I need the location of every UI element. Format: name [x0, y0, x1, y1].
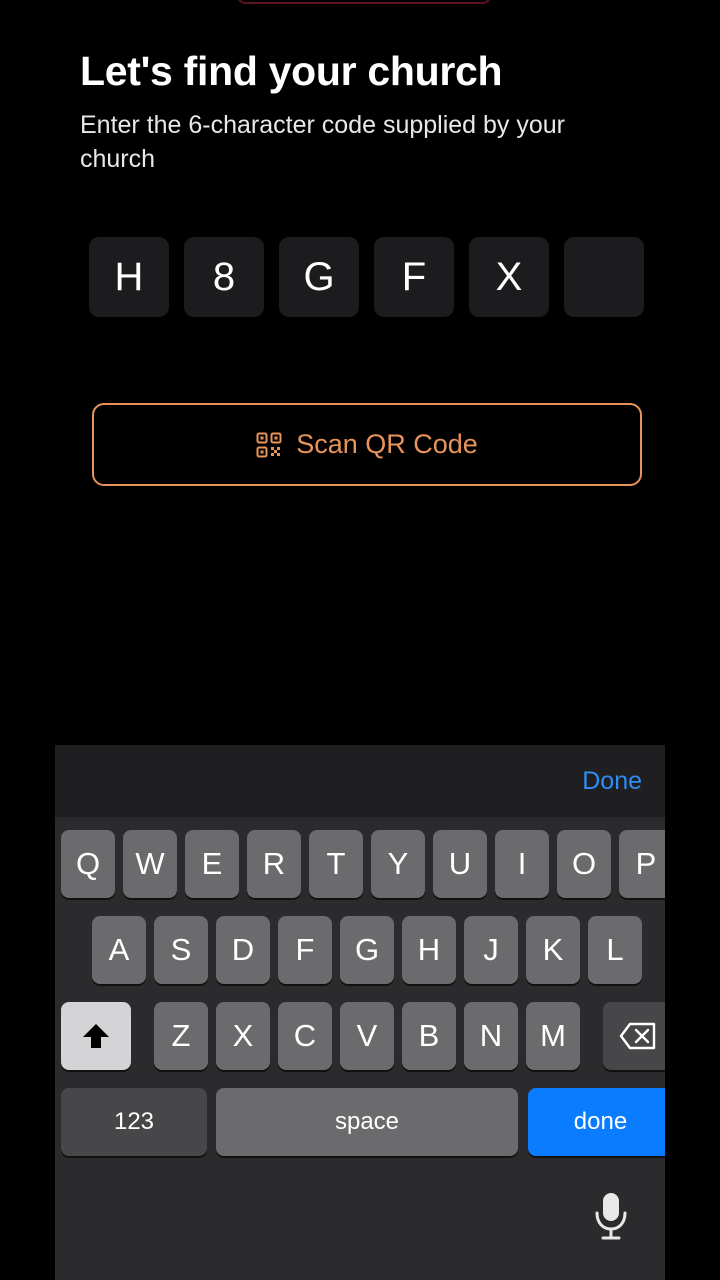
key-s[interactable]: S [154, 916, 208, 984]
scan-qr-code-button[interactable]: Scan QR Code [92, 403, 642, 486]
backspace-key[interactable] [603, 1002, 665, 1070]
key-l[interactable]: L [588, 916, 642, 984]
key-p[interactable]: P [619, 830, 665, 898]
key-q[interactable]: Q [61, 830, 115, 898]
scan-qr-code-label: Scan QR Code [296, 429, 478, 459]
key-g[interactable]: G [340, 916, 394, 984]
key-o[interactable]: O [557, 830, 611, 898]
key-t[interactable]: T [309, 830, 363, 898]
qr-code-icon [256, 432, 282, 457]
code-box-3[interactable]: G [279, 237, 359, 317]
key-b[interactable]: B [402, 1002, 456, 1070]
code-box-5[interactable]: X [469, 237, 549, 317]
key-f[interactable]: F [278, 916, 332, 984]
key-n[interactable]: N [464, 1002, 518, 1070]
on-screen-keyboard: Done Q W E R T Y U I O P A S D F G H J K… [55, 745, 665, 1280]
numbers-key[interactable]: 123 [61, 1088, 207, 1156]
key-v[interactable]: V [340, 1002, 394, 1070]
code-input-row: H 8 G F X [89, 237, 644, 317]
code-box-4[interactable]: F [374, 237, 454, 317]
code-box-6[interactable] [564, 237, 644, 317]
screen: Let's find your church Enter the 6-chara… [0, 0, 720, 1280]
key-c[interactable]: C [278, 1002, 332, 1070]
shift-icon [83, 1024, 109, 1048]
key-j[interactable]: J [464, 916, 518, 984]
backspace-icon [619, 1022, 656, 1050]
key-k[interactable]: K [526, 916, 580, 984]
page-title: Let's find your church [80, 48, 503, 94]
space-key[interactable]: space [216, 1088, 518, 1156]
key-h[interactable]: H [402, 916, 456, 984]
key-e[interactable]: E [185, 830, 239, 898]
shift-key[interactable] [61, 1002, 131, 1070]
done-key[interactable]: done [528, 1088, 665, 1156]
code-box-2[interactable]: 8 [184, 237, 264, 317]
keyboard-toolbar: Done [55, 745, 665, 817]
code-box-1[interactable]: H [89, 237, 169, 317]
key-r[interactable]: R [247, 830, 301, 898]
key-m[interactable]: M [526, 1002, 580, 1070]
key-i[interactable]: I [495, 830, 549, 898]
key-y[interactable]: Y [371, 830, 425, 898]
microphone-icon[interactable] [593, 1191, 629, 1241]
toolbar-done-button[interactable]: Done [582, 767, 642, 796]
key-u[interactable]: U [433, 830, 487, 898]
page-subtitle: Enter the 6-character code supplied by y… [80, 111, 565, 173]
key-a[interactable]: A [92, 916, 146, 984]
key-d[interactable]: D [216, 916, 270, 984]
key-z[interactable]: Z [154, 1002, 208, 1070]
key-x[interactable]: X [216, 1002, 270, 1070]
top-notch [236, 0, 492, 4]
key-w[interactable]: W [123, 830, 177, 898]
